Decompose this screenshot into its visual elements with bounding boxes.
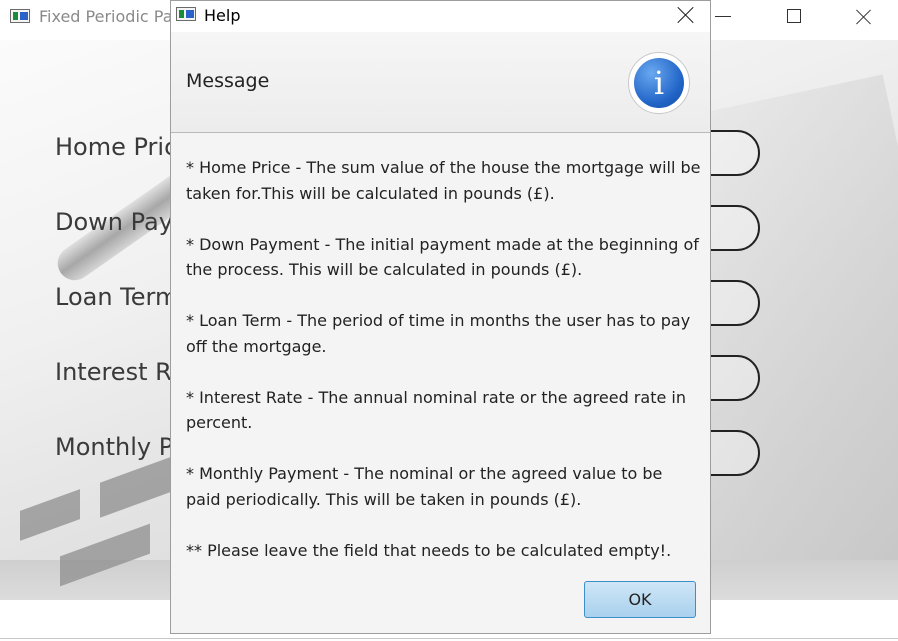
ok-button[interactable]: OK [584, 581, 696, 618]
divider [0, 638, 898, 639]
help-home-price-text: * Home Price - The sum value of the hous… [186, 158, 701, 203]
app-icon [176, 7, 196, 21]
help-down-payment-text: * Down Payment - The initial payment mad… [186, 234, 699, 280]
dialog-titlebar[interactable]: Help [171, 1, 710, 32]
help-dialog: Help Message i * Home Price - The sum va… [170, 0, 711, 634]
background-bar [100, 457, 170, 518]
help-note-text: ** Please leave the field that needs to … [186, 540, 672, 560]
info-icon-glyph: i [634, 58, 684, 108]
main-close-button[interactable] [850, 6, 878, 28]
down-payment-label: Down Payı [55, 208, 180, 236]
info-icon: i [628, 52, 690, 114]
app-icon [10, 9, 30, 23]
minimize-button[interactable] [709, 6, 737, 28]
monthly-payment-label: Monthly P [55, 433, 174, 461]
help-loan-term-text: * Loan Term - The period of time in mont… [186, 311, 691, 356]
dialog-close-button[interactable] [673, 4, 699, 26]
maximize-button[interactable] [780, 6, 808, 28]
loan-term-label: Loan Term [55, 283, 179, 311]
dialog-header-text: Message [186, 70, 270, 92]
dialog-header: Message i [171, 32, 710, 133]
main-window-title: Fixed Periodic Pa [39, 7, 173, 26]
help-interest-rate-text: * Interest Rate - The annual nominal rat… [186, 387, 686, 433]
dialog-message-body: * Home Price - The sum value of the hous… [186, 155, 701, 563]
dialog-title: Help [204, 6, 241, 25]
background-bar [20, 489, 80, 541]
interest-rate-label: Interest Ra [55, 358, 186, 386]
home-price-label: Home Pric [55, 133, 178, 161]
help-monthly-payment-text: * Monthly Payment - The nominal or the a… [186, 464, 663, 509]
